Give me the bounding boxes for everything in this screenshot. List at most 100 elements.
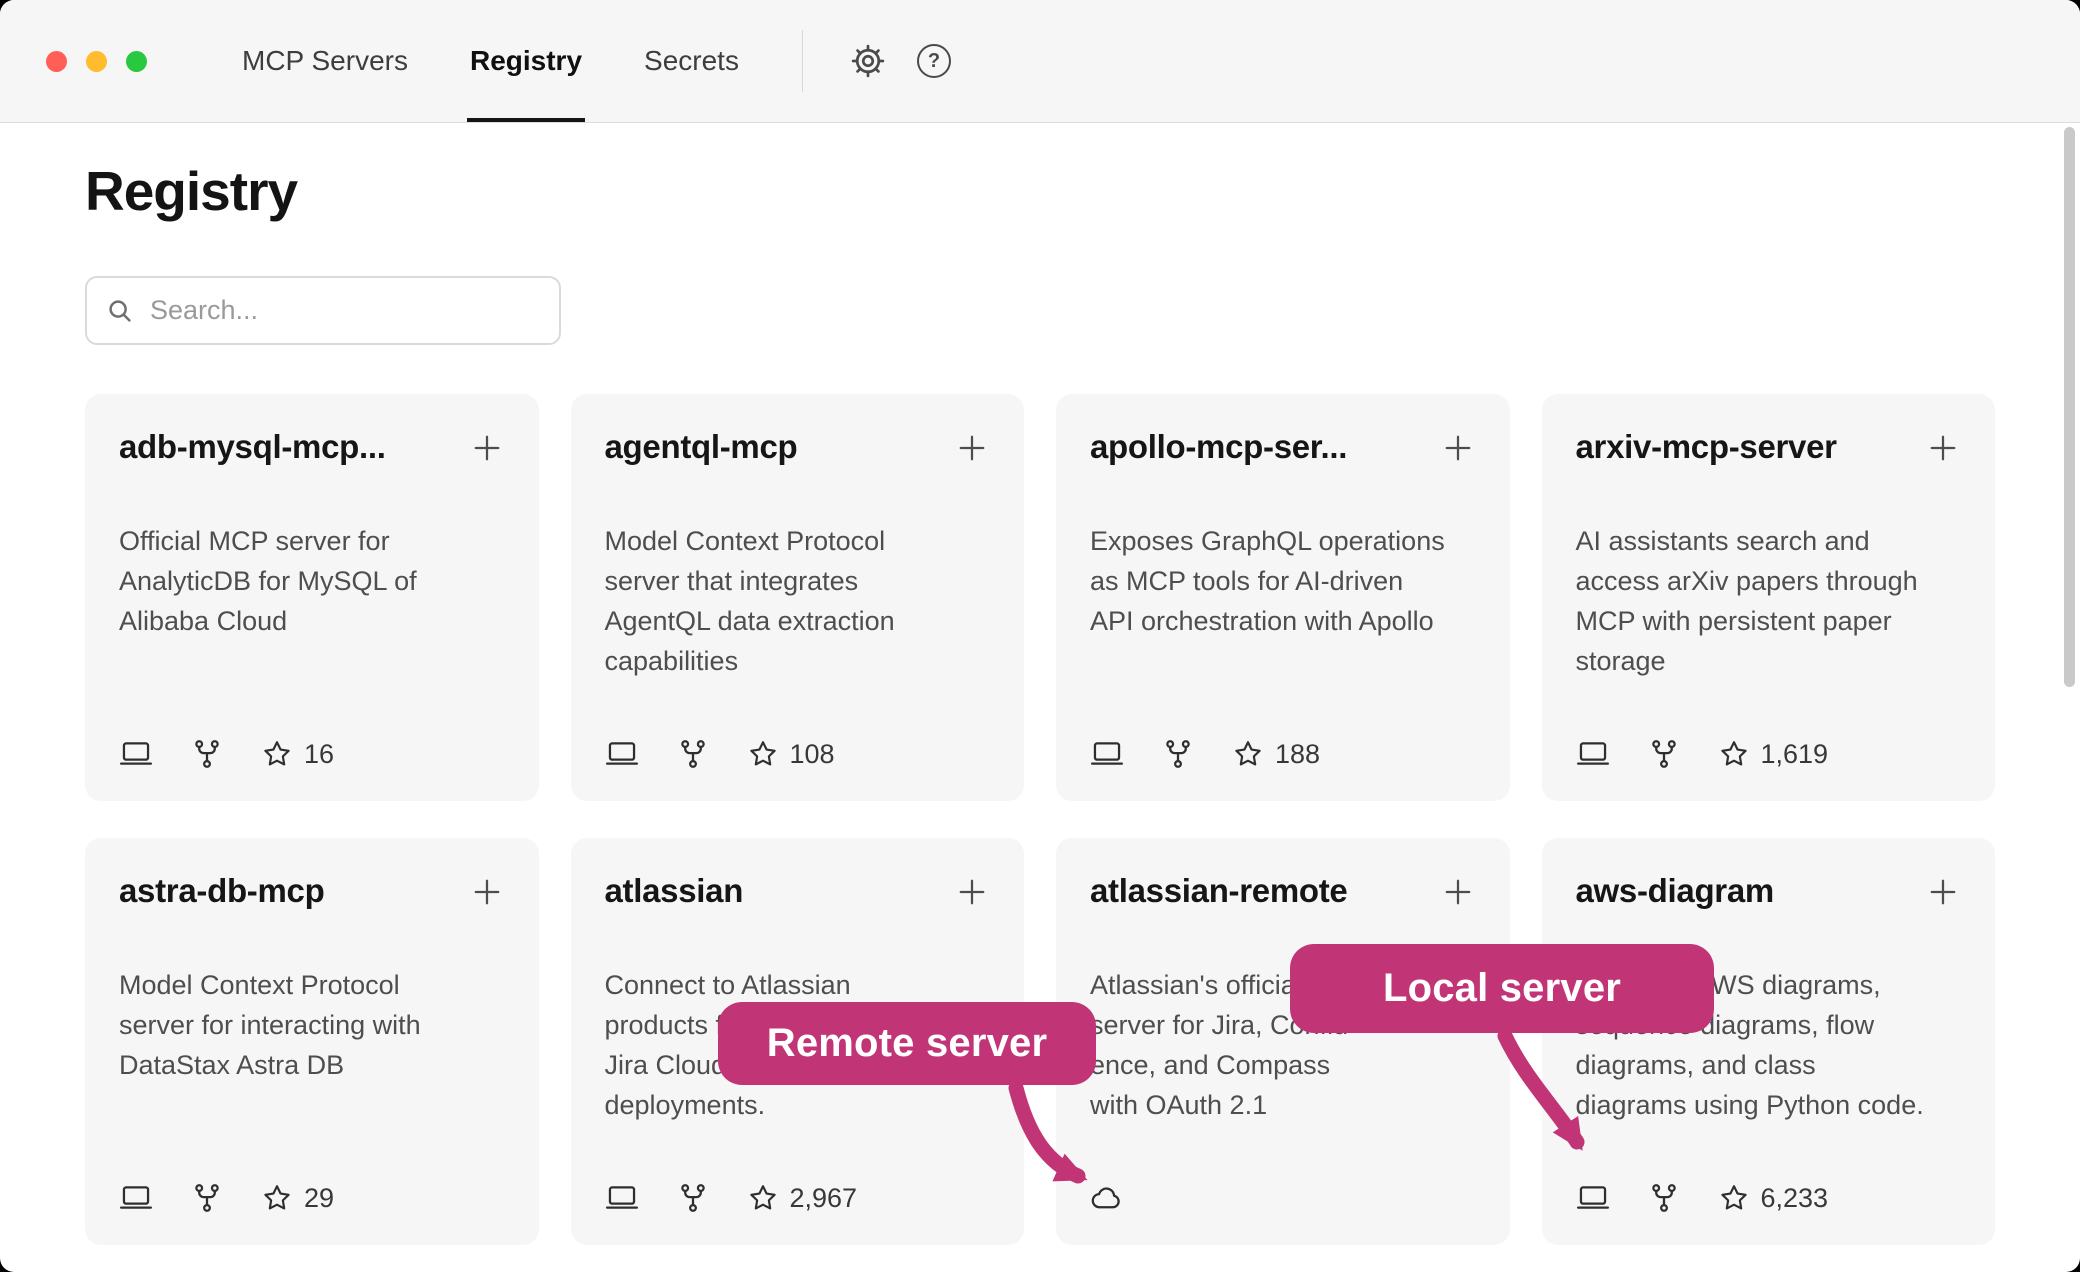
add-server-button[interactable]	[954, 430, 990, 469]
card-footer: 1,619	[1576, 737, 1829, 771]
plus-icon	[1440, 874, 1476, 910]
search-input[interactable]	[150, 295, 541, 326]
github-fork-icon[interactable]	[190, 737, 224, 771]
server-name: apollo-mcp-ser...	[1090, 428, 1347, 466]
add-server-button[interactable]	[1925, 874, 1961, 913]
card-header: agentql-mcp	[605, 428, 991, 469]
star-icon	[1718, 738, 1750, 770]
star-count-badge: 108	[747, 738, 835, 770]
card-header: arxiv-mcp-server	[1576, 428, 1962, 469]
app-window: MCP Servers Registry Secrets ? Registry …	[0, 0, 2080, 1272]
server-card-agentql-mcp: agentql-mcp Model Context Protocol serve…	[571, 394, 1025, 801]
server-name: agentql-mcp	[605, 428, 798, 466]
laptop-icon	[1576, 737, 1610, 771]
question-mark-glyph: ?	[928, 50, 940, 73]
laptop-icon	[1090, 737, 1124, 771]
star-count-badge: 2,967	[747, 1182, 858, 1214]
star-icon	[261, 738, 293, 770]
scrollbar-thumb[interactable]	[2064, 127, 2075, 687]
plus-icon	[954, 874, 990, 910]
annotation-remote-server: Remote server	[718, 1002, 1096, 1085]
server-name: aws-diagram	[1576, 872, 1774, 910]
window-controls	[46, 0, 147, 122]
plus-icon	[1925, 430, 1961, 466]
add-server-button[interactable]	[469, 874, 505, 913]
help-icon: ?	[917, 44, 951, 78]
card-header: atlassian-remote	[1090, 872, 1476, 913]
laptop-icon	[119, 737, 153, 771]
tab-mcp-servers[interactable]: MCP Servers	[239, 0, 411, 122]
star-count-badge: 6,233	[1718, 1182, 1829, 1214]
star-count: 16	[304, 739, 334, 770]
card-header: astra-db-mcp	[119, 872, 505, 913]
server-card-atlassian-remote: atlassian-remote Atlassian's official MC…	[1056, 838, 1510, 1245]
server-description: Model Context Protocol server for intera…	[119, 965, 505, 1085]
server-card-aws-diagram: aws-diagram Generate AWS diagrams, seque…	[1542, 838, 1996, 1245]
server-name: atlassian	[605, 872, 744, 910]
tab-registry[interactable]: Registry	[467, 0, 585, 122]
tab-secrets[interactable]: Secrets	[641, 0, 742, 122]
page-title: Registry	[85, 160, 1995, 223]
laptop-icon	[605, 1181, 639, 1215]
add-server-button[interactable]	[954, 874, 990, 913]
star-count: 188	[1275, 739, 1320, 770]
add-server-button[interactable]	[1440, 430, 1476, 469]
card-footer: 2,967	[605, 1181, 858, 1215]
cloud-icon	[1090, 1181, 1124, 1215]
plus-icon	[469, 430, 505, 466]
help-button[interactable]: ?	[917, 44, 951, 78]
server-name: astra-db-mcp	[119, 872, 324, 910]
main-nav: MCP Servers Registry Secrets	[239, 0, 742, 122]
star-icon	[1718, 1182, 1750, 1214]
search-icon	[105, 296, 135, 326]
star-count: 2,967	[790, 1183, 858, 1214]
star-count-badge: 29	[261, 1182, 334, 1214]
server-card-astra-db-mcp: astra-db-mcp Model Context Protocol serv…	[85, 838, 539, 1245]
github-fork-icon[interactable]	[190, 1181, 224, 1215]
star-count-badge: 1,619	[1718, 738, 1829, 770]
star-count-badge: 16	[261, 738, 334, 770]
server-card-arxiv-mcp-server: arxiv-mcp-server AI assistants search an…	[1542, 394, 1996, 801]
laptop-icon	[1576, 1181, 1610, 1215]
star-icon	[747, 738, 779, 770]
card-header: apollo-mcp-ser...	[1090, 428, 1476, 469]
add-server-button[interactable]	[1925, 430, 1961, 469]
add-server-button[interactable]	[469, 430, 505, 469]
github-fork-icon[interactable]	[676, 737, 710, 771]
search-box[interactable]	[85, 276, 561, 345]
card-footer: 188	[1090, 737, 1320, 771]
star-count: 6,233	[1761, 1183, 1829, 1214]
add-server-button[interactable]	[1440, 874, 1476, 913]
settings-button[interactable]	[849, 42, 887, 80]
card-footer: 108	[605, 737, 835, 771]
server-description: Model Context Protocol server that integ…	[605, 521, 991, 681]
card-header: aws-diagram	[1576, 872, 1962, 913]
laptop-icon	[119, 1181, 153, 1215]
card-footer: 16	[119, 737, 334, 771]
zoom-window-button[interactable]	[126, 51, 147, 72]
server-card-grid: adb-mysql-mcp... Official MCP server for…	[85, 394, 1995, 1245]
server-name: atlassian-remote	[1090, 872, 1347, 910]
card-footer: 29	[119, 1181, 334, 1215]
server-card-adb-mysql-mcp: adb-mysql-mcp... Official MCP server for…	[85, 394, 539, 801]
star-icon	[747, 1182, 779, 1214]
annotation-local-server: Local server	[1290, 944, 1714, 1033]
github-fork-icon[interactable]	[1161, 737, 1195, 771]
plus-icon	[954, 430, 990, 466]
laptop-icon	[605, 737, 639, 771]
star-count: 1,619	[1761, 739, 1829, 770]
minimize-window-button[interactable]	[86, 51, 107, 72]
star-icon	[1232, 738, 1264, 770]
star-count-badge: 188	[1232, 738, 1320, 770]
server-card-apollo-mcp-server: apollo-mcp-ser... Exposes GraphQL operat…	[1056, 394, 1510, 801]
topbar-divider	[802, 30, 803, 92]
github-fork-icon[interactable]	[1647, 737, 1681, 771]
star-count: 29	[304, 1183, 334, 1214]
plus-icon	[469, 874, 505, 910]
card-header: adb-mysql-mcp...	[119, 428, 505, 469]
github-fork-icon[interactable]	[676, 1181, 710, 1215]
star-icon	[261, 1182, 293, 1214]
github-fork-icon[interactable]	[1647, 1181, 1681, 1215]
card-header: atlassian	[605, 872, 991, 913]
close-window-button[interactable]	[46, 51, 67, 72]
